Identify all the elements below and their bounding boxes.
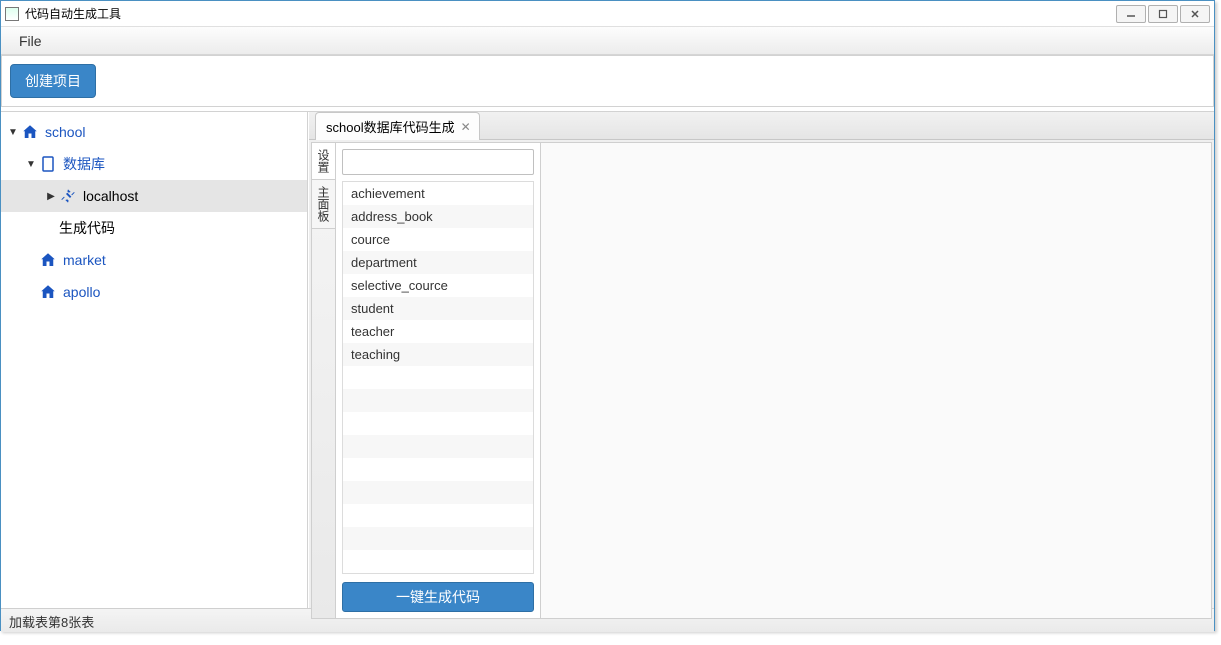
database-icon xyxy=(39,155,57,173)
status-text: 加载表第8张表 xyxy=(9,615,94,630)
tree-label: 生成代码 xyxy=(59,218,115,238)
tree-item-apollo[interactable]: apollo xyxy=(1,276,307,308)
tree-label: school xyxy=(45,124,85,140)
main-area: school数据库代码生成 ✕ 设置 主面板 achievement addre… xyxy=(308,112,1214,608)
tree-label: 数据库 xyxy=(63,154,105,174)
table-list[interactable]: achievement address_book cource departme… xyxy=(342,181,534,574)
tab-label: school数据库代码生成 xyxy=(326,117,455,136)
menubar: File xyxy=(1,27,1214,55)
table-row[interactable]: teacher xyxy=(343,320,533,343)
maximize-button[interactable] xyxy=(1148,5,1178,23)
vertical-tabs: 设置 主面板 xyxy=(312,143,336,618)
tree-item-localhost[interactable]: ▶ localhost xyxy=(1,180,307,212)
minimize-button[interactable] xyxy=(1116,5,1146,23)
tab-school-db-gen[interactable]: school数据库代码生成 ✕ xyxy=(315,112,480,140)
tree-label: apollo xyxy=(63,284,100,300)
minimize-icon xyxy=(1126,9,1136,19)
window-controls xyxy=(1116,5,1210,23)
editor-tabs: school数据库代码生成 ✕ xyxy=(309,112,1214,140)
table-row[interactable]: student xyxy=(343,297,533,320)
table-row[interactable]: cource xyxy=(343,228,533,251)
connection-icon xyxy=(59,187,77,205)
table-list-panel: achievement address_book cource departme… xyxy=(336,143,541,618)
table-row[interactable]: address_book xyxy=(343,205,533,228)
chevron-down-icon[interactable]: ▼ xyxy=(7,127,19,138)
titlebar: 代码自动生成工具 xyxy=(1,1,1214,27)
table-row xyxy=(343,458,533,481)
toolbar: 创建项目 xyxy=(1,55,1214,107)
table-row[interactable]: teaching xyxy=(343,343,533,366)
project-tree: ▼ school ▼ 数据库 ▶ localhost xyxy=(1,112,308,608)
table-row xyxy=(343,481,533,504)
tree-label: localhost xyxy=(83,188,138,204)
home-icon xyxy=(39,283,57,301)
app-icon xyxy=(5,7,19,21)
home-icon xyxy=(21,123,39,141)
close-button[interactable] xyxy=(1180,5,1210,23)
table-row xyxy=(343,366,533,389)
workspace: ▼ school ▼ 数据库 ▶ localhost xyxy=(1,111,1214,608)
app-window: 代码自动生成工具 File 创建项目 ▼ xyxy=(0,0,1215,631)
tree-item-database[interactable]: ▼ 数据库 xyxy=(1,148,307,180)
table-row xyxy=(343,527,533,550)
table-row[interactable]: selective_cource xyxy=(343,274,533,297)
table-row xyxy=(343,412,533,435)
maximize-icon xyxy=(1158,9,1168,19)
table-row xyxy=(343,504,533,527)
home-icon xyxy=(39,251,57,269)
tree-item-market[interactable]: market xyxy=(1,244,307,276)
tab-close-icon[interactable]: ✕ xyxy=(461,120,471,134)
table-row[interactable]: achievement xyxy=(343,182,533,205)
table-row xyxy=(343,550,533,573)
menu-file[interactable]: File xyxy=(13,31,48,51)
tree-item-school[interactable]: ▼ school xyxy=(1,116,307,148)
close-icon xyxy=(1190,9,1200,19)
vtab-settings[interactable]: 设置 xyxy=(312,143,335,180)
table-row[interactable]: department xyxy=(343,251,533,274)
tree-label: market xyxy=(63,252,106,268)
table-row xyxy=(343,435,533,458)
tree-item-gen-code[interactable]: 生成代码 xyxy=(1,212,307,244)
tree-spacer xyxy=(25,287,37,298)
detail-area xyxy=(541,143,1211,618)
tree-spacer xyxy=(25,255,37,266)
vtab-main-panel[interactable]: 主面板 xyxy=(312,180,335,229)
chevron-down-icon[interactable]: ▼ xyxy=(25,159,37,170)
table-row xyxy=(343,389,533,412)
generate-code-button[interactable]: 一键生成代码 xyxy=(342,582,534,612)
table-filter-input[interactable] xyxy=(342,149,534,175)
pane: 设置 主面板 achievement address_book cource d… xyxy=(311,142,1212,619)
create-project-button[interactable]: 创建项目 xyxy=(10,64,96,98)
window-title: 代码自动生成工具 xyxy=(25,5,1116,22)
chevron-right-icon[interactable]: ▶ xyxy=(45,191,57,202)
tree-spacer xyxy=(45,223,57,234)
